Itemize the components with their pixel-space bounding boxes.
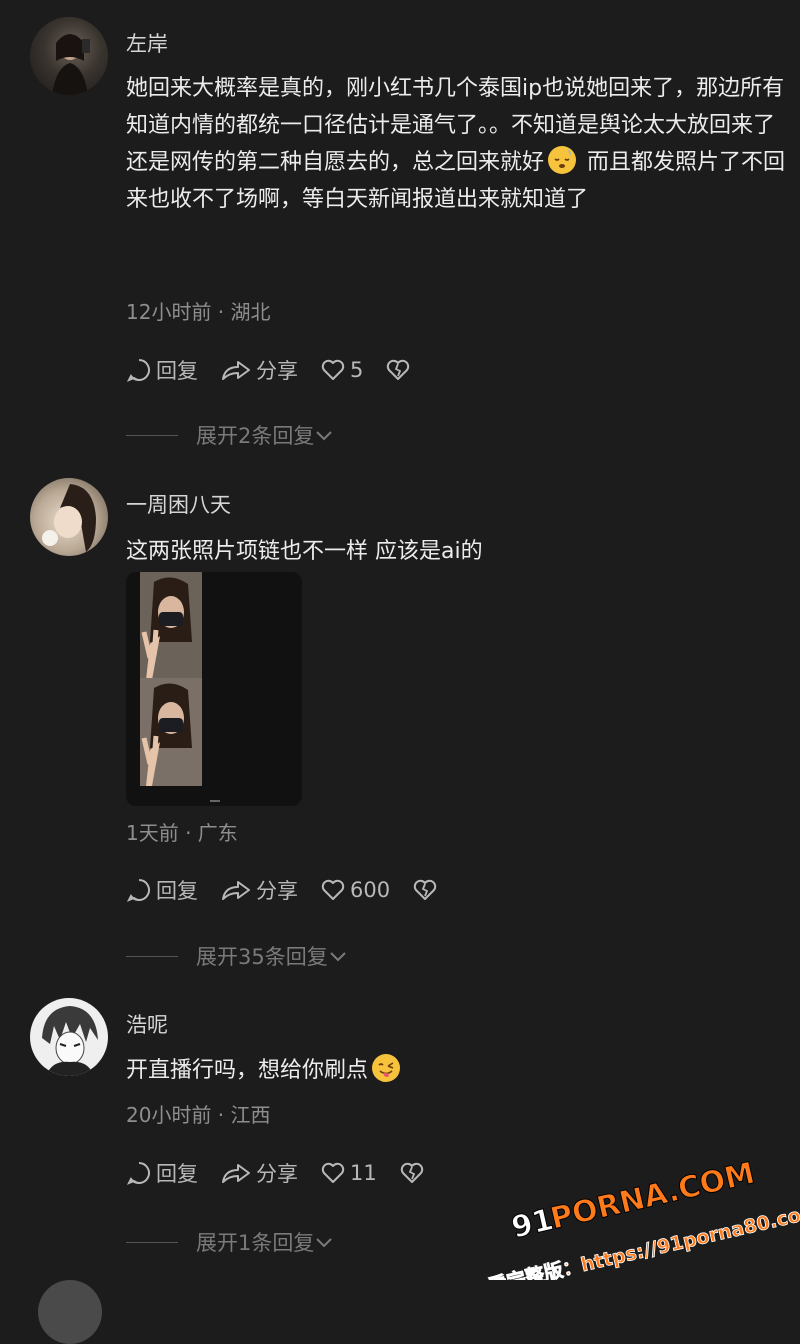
next-comment-avatar[interactable] xyxy=(38,1280,102,1344)
comment-meta: 20小时前 · 江西 xyxy=(126,1103,271,1127)
like-button[interactable]: 5 xyxy=(320,357,363,383)
avatar-image xyxy=(42,1006,98,1076)
comment-actions: 回复 分享 11 xyxy=(126,1158,451,1188)
like-count: 600 xyxy=(350,878,391,902)
expand-replies-button[interactable]: 展开2条回复 xyxy=(126,420,334,450)
broken-heart-icon xyxy=(400,1162,423,1183)
expand-replies-label: 展开2条回复 xyxy=(196,424,315,448)
chevron-down-icon xyxy=(316,1238,333,1248)
heart-icon xyxy=(321,1162,345,1183)
broken-heart-icon xyxy=(413,879,437,900)
expand-replies-button[interactable]: 展开1条回复 xyxy=(126,1227,334,1257)
avatar-image xyxy=(52,34,90,95)
broken-heart-icon xyxy=(387,359,410,380)
comment-icon xyxy=(126,879,150,902)
sleepy-face-emoji xyxy=(548,146,577,174)
image-indicator xyxy=(210,800,220,802)
like-button[interactable]: 11 xyxy=(320,1160,377,1186)
username[interactable]: 一周困八天 xyxy=(126,489,231,519)
share-button[interactable]: 分享 xyxy=(220,1158,298,1188)
expand-replies-button[interactable]: 展开35条回复 xyxy=(126,941,348,971)
dislike-button[interactable] xyxy=(399,1160,429,1186)
divider-line xyxy=(126,955,178,957)
like-count: 5 xyxy=(350,358,364,382)
attached-image[interactable] xyxy=(126,572,302,806)
reply-button[interactable]: 回复 xyxy=(126,875,198,905)
reply-button[interactable]: 回复 xyxy=(126,355,198,385)
comment-meta: 12小时前 · 湖北 xyxy=(126,300,271,324)
comment-actions: 回复 分享 600 xyxy=(126,875,464,905)
heart-icon xyxy=(321,359,345,380)
divider-line xyxy=(126,434,178,436)
share-icon xyxy=(222,881,250,900)
reply-button[interactable]: 回复 xyxy=(126,1158,198,1188)
avatar[interactable] xyxy=(30,478,108,556)
divider-line xyxy=(126,1241,178,1243)
reply-label: 回复 xyxy=(156,879,198,903)
heart-icon xyxy=(321,879,345,900)
comment-text-part-1: 开直播行吗，想给你刷点 xyxy=(126,1058,369,1083)
dislike-button[interactable] xyxy=(385,357,415,383)
selfie-photo-2 xyxy=(140,678,202,786)
watermark-logo: 91 PORNA.COM 看完整版：https://91porna80.com xyxy=(485,1155,800,1298)
share-label: 分享 xyxy=(256,1162,298,1186)
share-label: 分享 xyxy=(256,879,298,903)
share-button[interactable]: 分享 xyxy=(220,355,298,385)
share-icon xyxy=(222,361,250,380)
avatar[interactable] xyxy=(30,17,108,95)
watermark: 91 PORNA.COM 看完整版：https://91porna80.com xyxy=(470,1130,800,1298)
dislike-button[interactable] xyxy=(412,877,442,903)
username[interactable]: 浩呢 xyxy=(126,1009,168,1039)
share-icon xyxy=(222,1164,250,1183)
share-label: 分享 xyxy=(256,359,298,383)
avatar-image xyxy=(42,484,96,552)
like-button[interactable]: 600 xyxy=(320,877,390,903)
chevron-down-icon xyxy=(316,431,333,441)
reply-label: 回复 xyxy=(156,359,198,383)
avatar[interactable] xyxy=(30,998,108,1076)
username[interactable]: 左岸 xyxy=(126,28,168,58)
selfie-photo-1 xyxy=(140,572,202,680)
winking-tongue-emoji xyxy=(372,1054,401,1082)
expand-replies-label: 展开1条回复 xyxy=(196,1231,315,1255)
share-button[interactable]: 分享 xyxy=(220,875,298,905)
comment-text: 她回来大概率是真的，刚小红书几个泰国ip也说她回来了，那边所有知道内情的都统一口… xyxy=(126,70,786,218)
comment-actions: 回复 分享 5 xyxy=(126,355,437,385)
comment-text: 开直播行吗，想给你刷点 xyxy=(126,1052,786,1089)
expand-replies-label: 展开35条回复 xyxy=(196,945,328,969)
reply-label: 回复 xyxy=(156,1162,198,1186)
comment-text: 这两张照片项链也不一样 应该是ai的 xyxy=(126,539,483,564)
comment-icon xyxy=(126,359,150,382)
like-count: 11 xyxy=(350,1161,377,1185)
comment-meta: 1天前 · 广东 xyxy=(126,821,238,845)
chevron-down-icon xyxy=(330,952,346,962)
comment-icon xyxy=(126,1162,150,1185)
